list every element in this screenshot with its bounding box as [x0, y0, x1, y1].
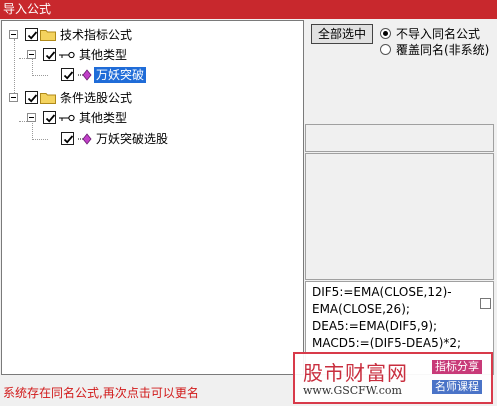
collapse-toggle[interactable]: [9, 93, 18, 102]
check-icon: [45, 114, 56, 123]
subgroup-checkbox[interactable]: [43, 48, 56, 61]
watermark-title: 股市财富网: [303, 361, 408, 385]
check-icon: [63, 135, 74, 144]
watermark: 股市财富网 www.GSCFW.com 指标分享 名师课程: [293, 352, 493, 404]
tree-subgroup-2[interactable]: 其他类型: [2, 110, 302, 126]
item-label: 万妖突破选股: [96, 132, 169, 146]
radio-label: 覆盖同名(非系统): [396, 43, 490, 57]
status-message: 系统存在同名公式,再次点击可以更名: [3, 386, 199, 400]
code-line: DIF5:=EMA(CLOSE,12)-: [312, 285, 452, 299]
group-label: 技术指标公式: [60, 28, 133, 42]
radio-label: 不导入同名公式: [396, 27, 481, 41]
tree-item-1[interactable]: 万妖突破: [2, 67, 302, 83]
collapse-toggle[interactable]: [27, 113, 36, 122]
wrap-checkbox[interactable]: [480, 298, 491, 309]
group-checkbox[interactable]: [25, 91, 38, 104]
formula-icon: [78, 69, 92, 81]
code-line: DEA5:=EMA(DIF5,9);: [312, 319, 438, 333]
watermark-tag: 名师课程: [432, 380, 482, 394]
tree-item-2[interactable]: 万妖突破选股: [2, 131, 302, 147]
check-icon: [27, 31, 38, 40]
tree-subgroup-1[interactable]: 其他类型: [2, 47, 302, 63]
watermark-tag: 指标分享: [432, 360, 482, 374]
folder-icon: [40, 30, 56, 41]
tree-group-2[interactable]: 条件选股公式: [2, 90, 302, 106]
subgroup-label: 其他类型: [79, 48, 128, 62]
group-label: 条件选股公式: [60, 91, 133, 105]
subgroup-checkbox[interactable]: [43, 111, 56, 124]
code-line: EMA(CLOSE,26);: [312, 302, 410, 316]
window-title: 导入公式: [0, 0, 497, 19]
item-checkbox[interactable]: [61, 132, 74, 145]
group-checkbox[interactable]: [25, 28, 38, 41]
check-icon: [27, 94, 38, 103]
formula-icon: [78, 133, 92, 145]
item-label: 万妖突破: [94, 67, 147, 83]
description-panel: [305, 153, 494, 280]
item-checkbox[interactable]: [61, 68, 74, 81]
watermark-url: www.GSCFW.com: [303, 384, 402, 397]
radio-button[interactable]: [380, 28, 391, 39]
code-line: MACD5:=(DIF5-DEA5)*2;: [312, 336, 462, 350]
tree-group-1[interactable]: 技术指标公式: [2, 27, 302, 43]
info-panel: [305, 124, 494, 152]
check-icon: [45, 51, 56, 60]
subgroup-label: 其他类型: [79, 111, 128, 125]
collapse-toggle[interactable]: [9, 30, 18, 39]
key-icon: [59, 114, 75, 122]
key-icon: [59, 51, 75, 59]
select-all-button[interactable]: 全部选中: [311, 24, 373, 44]
folder-icon: [40, 93, 56, 104]
check-icon: [63, 71, 74, 80]
formula-tree[interactable]: 技术指标公式 其他类型 万妖突破 条件选股公式 其他类型 万妖突破选股: [1, 20, 304, 375]
collapse-toggle[interactable]: [27, 50, 36, 59]
radio-button[interactable]: [380, 44, 391, 55]
